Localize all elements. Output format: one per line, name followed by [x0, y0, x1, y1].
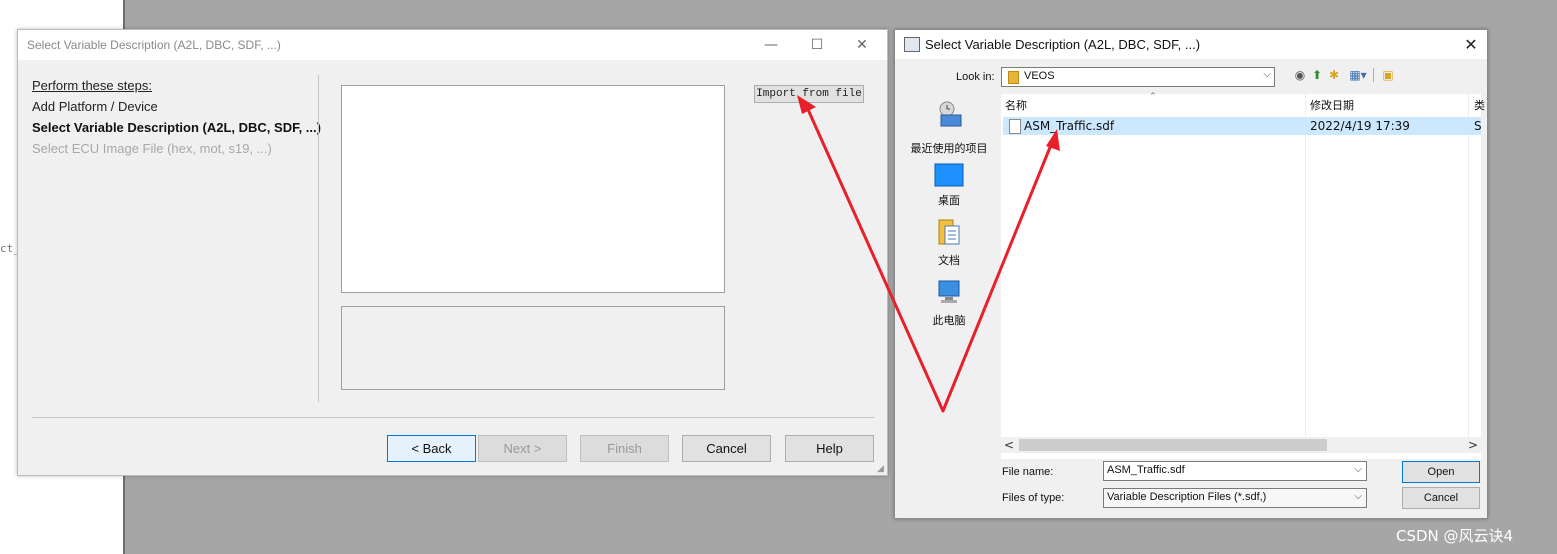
place-recent-label: 最近使用的项目	[910, 142, 988, 155]
file-icon	[1009, 119, 1021, 134]
horizontal-scrollbar[interactable]: < >	[1001, 437, 1481, 453]
new-folder-icon[interactable]: ✱	[1327, 68, 1341, 82]
step-add-platform: Add Platform / Device	[32, 99, 158, 114]
file-row[interactable]: ASM_Traffic.sdf 2022/4/19 17:39 S	[1003, 117, 1482, 135]
up-folder-icon[interactable]: ⬆	[1310, 68, 1324, 82]
file-name-label: File name:	[1002, 466, 1054, 478]
file-name-value: ASM_Traffic.sdf	[1107, 464, 1185, 476]
file-dialog-title: Select Variable Description (A2L, DBC, S…	[925, 37, 1201, 52]
file-list-view[interactable]: 名称 ⌃ 修改日期 类 ASM_Traffic.sdf 2022/4/19 17…	[1001, 92, 1485, 459]
back-button[interactable]: < Back	[387, 435, 476, 462]
chevron-down-icon: ⌵	[1354, 464, 1362, 475]
app-icon	[904, 37, 920, 52]
chevron-down-icon: ⌵	[1354, 491, 1362, 502]
help-button[interactable]: Help	[785, 435, 874, 462]
file-dialog-titlebar[interactable]: Select Variable Description (A2L, DBC, S…	[895, 30, 1487, 59]
file-dialog-window: Select Variable Description (A2L, DBC, S…	[894, 29, 1488, 519]
view-menu-icon[interactable]: ▦▾	[1347, 68, 1369, 82]
open-button[interactable]: Open	[1402, 461, 1480, 483]
column-divider	[1305, 94, 1306, 437]
look-in-value: VEOS	[1024, 70, 1055, 82]
desktop-icon	[934, 163, 964, 187]
help-button-label: Help	[816, 441, 843, 456]
step-select-ecu-image: Select ECU Image File (hex, mot, s19, ..…	[32, 141, 272, 156]
file-type-value: Variable Description Files (*.sdf,)	[1107, 491, 1267, 503]
description-panel	[341, 306, 725, 390]
dialog-cancel-button-label: Cancel	[1423, 492, 1459, 504]
back-navigation-icon[interactable]: ◉	[1293, 68, 1307, 82]
computer-icon	[938, 280, 960, 303]
cancel-button[interactable]: Cancel	[682, 435, 771, 462]
wizard-titlebar[interactable]: Select Variable Description (A2L, DBC, S…	[18, 30, 887, 60]
column-header-name[interactable]: 名称	[1005, 97, 1027, 113]
file-type-combobox[interactable]: Variable Description Files (*.sdf,) ⌵	[1103, 488, 1367, 508]
look-in-label: Look in:	[956, 71, 995, 83]
place-desktop-label: 桌面	[938, 194, 960, 207]
button-row-divider	[32, 417, 874, 418]
recent-items-icon	[939, 101, 962, 127]
place-this-pc[interactable]: 此电脑	[901, 278, 997, 334]
minimize-icon[interactable]: —	[749, 30, 793, 60]
step-select-variable-description: Select Variable Description (A2L, DBC, S…	[32, 120, 321, 135]
variable-description-list[interactable]	[341, 85, 725, 293]
scroll-right-icon[interactable]: >	[1467, 437, 1479, 453]
next-button-label: Next >	[503, 441, 542, 456]
toolbar-separator	[1373, 68, 1374, 82]
import-from-file-button[interactable]: Import from file	[754, 85, 864, 103]
file-type: S	[1474, 119, 1482, 133]
column-divider	[1468, 94, 1469, 437]
file-date: 2022/4/19 17:39	[1310, 119, 1410, 133]
watermark: CSDN @风云诀4	[1396, 527, 1514, 545]
file-type-label: Files of type:	[1002, 492, 1065, 504]
column-header-type[interactable]: 类	[1474, 97, 1485, 113]
finish-button-label: Finish	[607, 441, 642, 456]
places-bar: 最近使用的项目 桌面 文档 此电脑	[901, 94, 997, 476]
column-header-date[interactable]: 修改日期	[1310, 97, 1354, 113]
chevron-down-icon: ⌵	[1263, 69, 1271, 80]
place-desktop[interactable]: 桌面	[901, 162, 997, 214]
file-name: ASM_Traffic.sdf	[1024, 119, 1115, 133]
steps-heading: Perform these steps:	[32, 78, 152, 93]
finish-button[interactable]: Finish	[580, 435, 669, 462]
place-recent[interactable]: 最近使用的项目	[901, 100, 997, 156]
documents-icon	[938, 219, 960, 245]
close-icon[interactable]: ✕	[840, 30, 884, 60]
next-button[interactable]: Next >	[478, 435, 567, 462]
close-icon[interactable]: ✕	[1455, 30, 1487, 59]
cancel-button-label: Cancel	[706, 441, 747, 456]
place-documents[interactable]: 文档	[901, 218, 997, 274]
steps-divider	[318, 75, 319, 402]
resize-grip-icon[interactable]: ◢	[877, 465, 886, 474]
maximize-icon[interactable]: ☐	[795, 30, 839, 60]
scroll-left-icon[interactable]: <	[1003, 437, 1015, 453]
wizard-window: Select Variable Description (A2L, DBC, S…	[17, 29, 888, 476]
wizard-title: Select Variable Description (A2L, DBC, S…	[27, 38, 281, 52]
details-view-icon[interactable]: ▣	[1381, 68, 1395, 82]
back-button-label: < Back	[411, 441, 452, 456]
sort-ascending-icon: ⌃	[1149, 92, 1157, 102]
scroll-thumb[interactable]	[1019, 439, 1327, 451]
place-documents-label: 文档	[938, 254, 960, 267]
dialog-cancel-button[interactable]: Cancel	[1402, 487, 1480, 509]
look-in-combobox[interactable]: VEOS ⌵	[1001, 67, 1275, 87]
wizard-steps-panel: Perform these steps: Add Platform / Devi…	[32, 76, 321, 160]
place-this-pc-label: 此电脑	[932, 314, 966, 327]
folder-icon	[1008, 71, 1019, 84]
file-name-combobox[interactable]: ASM_Traffic.sdf ⌵	[1103, 461, 1367, 481]
open-button-label: Open	[1427, 466, 1455, 478]
